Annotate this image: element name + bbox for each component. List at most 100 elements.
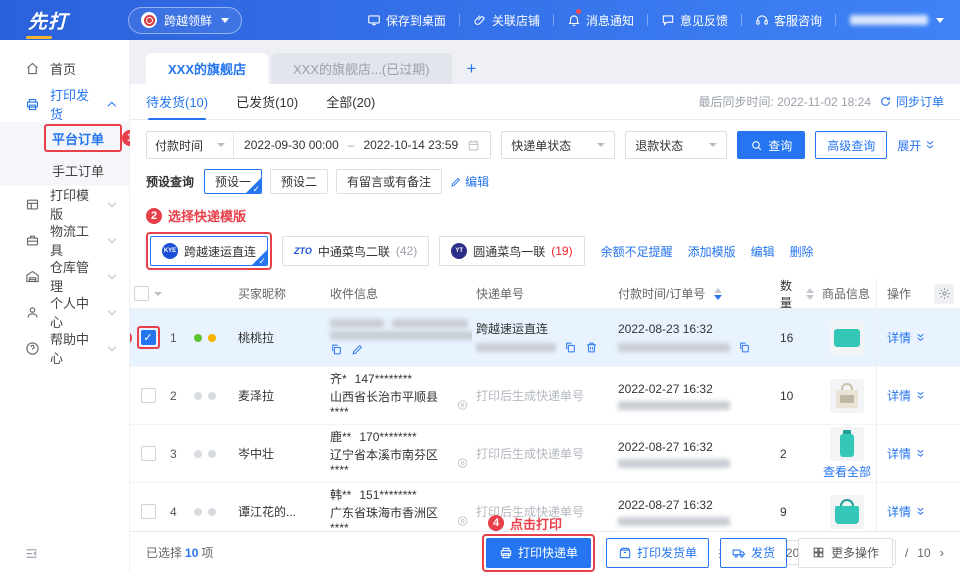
double-chevron-down-icon bbox=[917, 507, 924, 515]
shop-tab-expired[interactable]: XXX的旗舰店...(已过期) bbox=[271, 53, 452, 84]
express-info: 打印后生成快递单号 bbox=[476, 447, 585, 461]
sidebar-collapse-button[interactable] bbox=[24, 546, 39, 561]
tab-all[interactable]: 全部(20) bbox=[326, 84, 375, 120]
app-window: 先打 跨越领鲜 保存到桌面 关联店铺 消息通知 意见反馈 客服咨询 首页 打印发… bbox=[0, 0, 960, 573]
recipient-info: 齐* 147******** 山西省长治市平顺县**** bbox=[326, 368, 472, 424]
date-range-input[interactable]: 2022-09-30 00:00 – 2022-10-14 23:59 bbox=[234, 138, 490, 152]
product-image[interactable] bbox=[830, 378, 864, 413]
sort-icons[interactable] bbox=[714, 287, 723, 300]
chevron-down-icon bbox=[217, 143, 226, 147]
trash-icon[interactable] bbox=[585, 341, 598, 354]
preset-note-chip[interactable]: 有留言或有备注 bbox=[336, 169, 443, 194]
save-to-desktop-button[interactable]: 保存到桌面 bbox=[354, 12, 459, 29]
copy-icon[interactable] bbox=[330, 343, 343, 356]
view-address-icon[interactable] bbox=[457, 399, 468, 411]
edit-presets-link[interactable]: 编辑 bbox=[450, 173, 489, 190]
chevron-down-icon bbox=[107, 198, 117, 207]
select-all-checkbox[interactable] bbox=[134, 286, 149, 301]
express-info: 跨越速运直连 bbox=[472, 318, 614, 358]
refund-status-select[interactable]: 退款状态 bbox=[625, 131, 728, 159]
page-separator: / bbox=[904, 545, 909, 560]
row-checkbox[interactable] bbox=[140, 504, 156, 519]
product-image[interactable] bbox=[830, 427, 864, 461]
add-shop-tab-button[interactable]: + bbox=[455, 53, 489, 84]
copy-icon[interactable] bbox=[738, 341, 751, 354]
shop-tab-active[interactable]: XXX的旗舰店 bbox=[146, 53, 269, 84]
preset-two-chip[interactable]: 预设二 bbox=[270, 169, 329, 194]
user-account-menu[interactable] bbox=[836, 15, 944, 25]
ship-button[interactable]: 发货 bbox=[720, 537, 788, 568]
header-payment[interactable]: 付款时间/订单号 bbox=[614, 281, 776, 306]
topbar: 先打 跨越领鲜 保存到桌面 关联店铺 消息通知 意见反馈 客服咨询 bbox=[0, 0, 960, 40]
recipient-address-redacted bbox=[330, 331, 472, 340]
detail-link[interactable]: 详情 bbox=[887, 503, 926, 520]
feedback-button[interactable]: 意见反馈 bbox=[648, 12, 741, 29]
next-page-button[interactable]: › bbox=[940, 545, 944, 560]
tab-shipped[interactable]: 已发货(10) bbox=[236, 84, 298, 120]
edit-template-link[interactable]: 编辑 bbox=[751, 243, 775, 260]
product-image[interactable] bbox=[830, 320, 864, 355]
sidebar-item-platform-orders[interactable]: 平台订单 1 bbox=[0, 122, 138, 154]
row-checkbox[interactable] bbox=[140, 446, 156, 461]
more-actions-button[interactable]: 更多操作 bbox=[798, 537, 894, 568]
notifications-button[interactable]: 消息通知 bbox=[554, 8, 647, 29]
status-dots bbox=[190, 330, 234, 346]
detail-link[interactable]: 详情 bbox=[887, 329, 926, 346]
sort-icons[interactable] bbox=[806, 287, 814, 300]
check-icon: ✓ bbox=[252, 184, 261, 194]
table-row[interactable]: ✓ 3 1 桃桃拉 bbox=[130, 309, 960, 367]
add-template-link[interactable]: 添加模版 bbox=[688, 243, 736, 260]
sidebar-item-manual-orders[interactable]: 手工订单 bbox=[0, 154, 129, 186]
pay-time-select[interactable]: 付款时间 bbox=[147, 132, 235, 158]
template-yt-button[interactable]: YT 圆通菜鸟一联 (19) bbox=[439, 236, 585, 266]
chevron-down-icon bbox=[107, 342, 117, 351]
print-invoice-button[interactable]: 打印发货单 bbox=[606, 537, 710, 568]
print-express-button[interactable]: 打印快递单 bbox=[486, 537, 592, 568]
payment-info: 2022-08-27 16:32 bbox=[614, 436, 776, 472]
double-chevron-down-icon bbox=[917, 333, 924, 341]
sidebar-item-print-ship[interactable]: 打印发货 bbox=[0, 86, 129, 122]
sidebar-item-logistics-tools[interactable]: 物流工具 bbox=[0, 222, 129, 258]
edit-pencil-icon[interactable] bbox=[351, 343, 364, 356]
template-zto-button[interactable]: ZTO 中通菜鸟二联 (42) bbox=[282, 236, 430, 266]
username-redacted bbox=[850, 15, 928, 25]
order-number-redacted bbox=[618, 458, 730, 468]
view-address-icon[interactable] bbox=[457, 515, 468, 527]
sidebar-item-print-templates[interactable]: 打印模版 bbox=[0, 186, 129, 222]
row-checkbox[interactable] bbox=[140, 388, 156, 403]
delete-template-link[interactable]: 删除 bbox=[790, 243, 814, 260]
row-checkbox[interactable]: ✓ bbox=[140, 330, 156, 345]
store-switcher[interactable]: 跨越领鲜 bbox=[128, 6, 243, 34]
view-address-icon[interactable] bbox=[457, 457, 468, 469]
table-row[interactable]: 2 麦泽拉 齐* 147******** 山西省长治市平顺县**** 打印后生成快… bbox=[130, 367, 960, 425]
product-info bbox=[818, 375, 876, 417]
sync-orders-button[interactable]: 同步订单 bbox=[879, 93, 944, 110]
copy-icon[interactable] bbox=[564, 341, 577, 354]
table-row[interactable]: 3 岑中壮 鹿** 170******** 辽宁省本溪市南芬区**** 打印后生成… bbox=[130, 425, 960, 483]
toolbox-icon bbox=[26, 235, 39, 245]
sidebar-item-warehouse[interactable]: 仓库管理 bbox=[0, 258, 129, 294]
sidebar-item-personal-center[interactable]: 个人中心 bbox=[0, 294, 129, 330]
column-settings-button[interactable] bbox=[934, 283, 954, 304]
advanced-search-button[interactable]: 高级查询 bbox=[815, 131, 888, 159]
sidebar-item-home[interactable]: 首页 bbox=[0, 50, 129, 86]
sidebar-item-help-center[interactable]: 帮助中心 bbox=[0, 330, 129, 366]
headset-icon bbox=[756, 15, 768, 25]
product-image[interactable] bbox=[830, 494, 864, 529]
tab-pending-ship[interactable]: 待发货(10) bbox=[146, 84, 208, 120]
express-status-select[interactable]: 快递单状态 bbox=[501, 131, 616, 159]
search-button[interactable]: 查询 bbox=[737, 131, 806, 159]
expand-filters-link[interactable]: 展开 bbox=[897, 137, 936, 154]
view-all-products-link[interactable]: 查看全部 bbox=[823, 463, 871, 480]
detail-link[interactable]: 详情 bbox=[887, 445, 926, 462]
template-kye-button[interactable]: KYE 跨越速运直连 ✓ bbox=[150, 236, 269, 266]
chevron-down-icon bbox=[107, 270, 117, 279]
link-shops-button[interactable]: 关联店铺 bbox=[460, 12, 553, 29]
chevron-down-icon[interactable] bbox=[154, 291, 162, 296]
date-filter-group: 付款时间 2022-09-30 00:00 – 2022-10-14 23:59 bbox=[146, 131, 492, 159]
quantity: 10 bbox=[780, 388, 794, 403]
customer-service-button[interactable]: 客服咨询 bbox=[742, 12, 835, 29]
preset-one-chip[interactable]: 预设一 ✓ bbox=[204, 169, 263, 194]
balance-alert-link[interactable]: 余额不足提醒 bbox=[601, 243, 673, 260]
detail-link[interactable]: 详情 bbox=[887, 387, 926, 404]
